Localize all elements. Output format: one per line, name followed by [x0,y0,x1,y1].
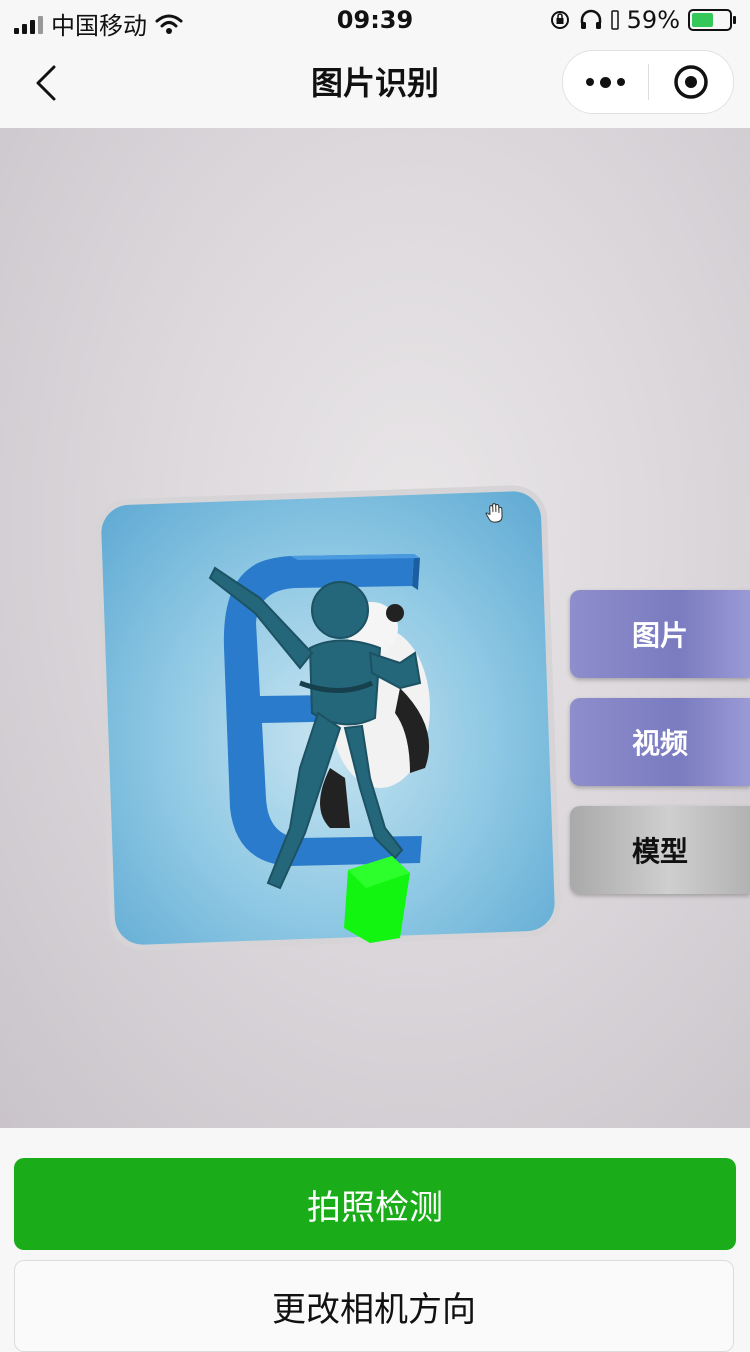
close-program-button[interactable] [649,64,734,100]
navigation-bar: 图片识别 [0,40,750,128]
status-bar: 中国移动 09:39 59% [0,0,750,40]
camera-preview[interactable]: 图片 视频 模型 [0,128,750,1128]
headphones-icon [580,9,601,29]
mode-model-button[interactable]: 模型 [570,806,750,894]
mode-video-button[interactable]: 视频 [570,698,750,786]
more-icon [585,78,594,86]
orientation-lock-icon [550,11,569,29]
more-button[interactable] [563,76,648,88]
switch-camera-button[interactable]: 更改相机方向 [14,1260,734,1352]
battery-charging-icon [688,9,736,31]
close-target-icon [674,65,708,99]
portrait-icon [610,10,619,30]
green-cube-model [344,856,410,943]
battery-percent: 59% [626,6,680,34]
mini-program-capsule [562,50,734,114]
mode-image-button[interactable]: 图片 [570,590,750,678]
capture-detect-button[interactable]: 拍照检测 [14,1158,736,1250]
